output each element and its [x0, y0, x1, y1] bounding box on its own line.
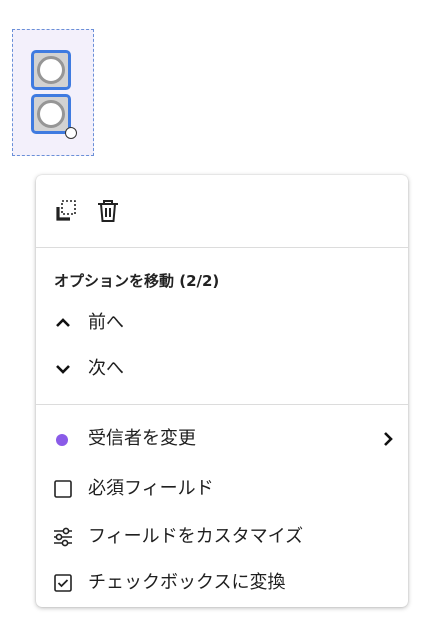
radio-option-2[interactable]: [31, 94, 71, 134]
field-context-menu: オプションを移動 (2/2) 前へ 次へ 受信者を変更 必須フィールド フィール…: [36, 175, 408, 607]
radio-group-field[interactable]: [12, 29, 94, 156]
previous-label: 前へ: [88, 312, 124, 333]
sliders-icon: [51, 525, 75, 549]
resize-handle[interactable]: [65, 127, 77, 139]
radio-option-1[interactable]: [31, 50, 71, 90]
menu-divider: [36, 247, 408, 248]
chevron-down-icon: [51, 357, 75, 381]
duplicate-icon: [56, 200, 76, 221]
move-option-title: オプションを移動 (2/2): [54, 272, 220, 290]
change-recipient-label: 受信者を変更: [88, 428, 196, 449]
checkbox-checked-icon: [51, 571, 75, 595]
convert-checkbox-item[interactable]: チェックボックスに変換: [36, 563, 408, 603]
required-field-item[interactable]: 必須フィールド: [36, 469, 408, 509]
checkbox-empty-icon[interactable]: [51, 477, 75, 501]
convert-checkbox-label: チェックボックスに変換: [88, 572, 286, 593]
chevron-up-icon: [51, 311, 75, 335]
change-recipient-item[interactable]: 受信者を変更: [36, 419, 408, 459]
radio-circle-icon: [37, 100, 65, 128]
recipient-color-dot: [56, 434, 68, 446]
required-field-label: 必須フィールド: [88, 478, 214, 499]
radio-circle-icon: [37, 56, 65, 84]
duplicate-button[interactable]: [52, 197, 80, 225]
previous-option-item[interactable]: 前へ: [36, 303, 408, 343]
chevron-right-icon: [378, 429, 398, 449]
menu-divider: [36, 404, 408, 405]
next-option-item[interactable]: 次へ: [36, 349, 408, 389]
delete-button[interactable]: [94, 197, 122, 225]
trash-icon: [98, 200, 118, 222]
customize-field-label: フィールドをカスタマイズ: [88, 526, 304, 547]
next-label: 次へ: [88, 358, 124, 379]
menu-toolbar: [36, 175, 408, 247]
customize-field-item[interactable]: フィールドをカスタマイズ: [36, 517, 408, 557]
